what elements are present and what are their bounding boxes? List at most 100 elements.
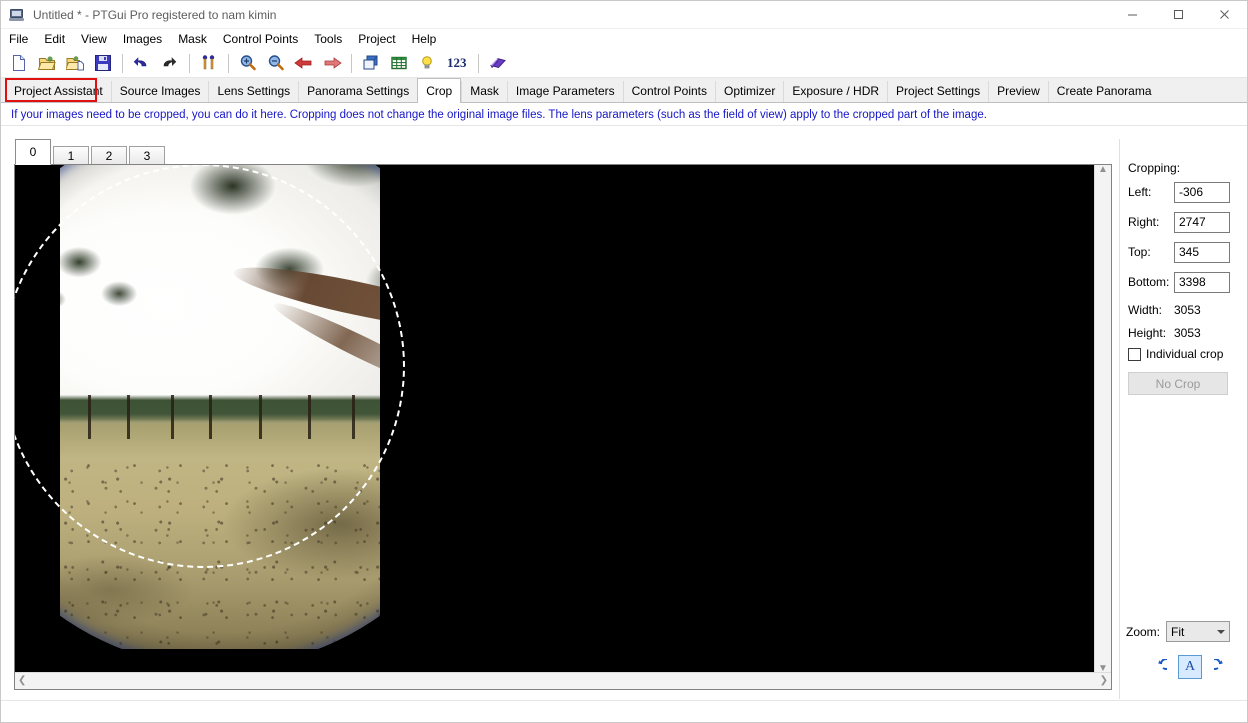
tab-preview[interactable]: Preview	[988, 81, 1048, 102]
tab-panorama-settings[interactable]: Panorama Settings	[298, 81, 418, 102]
tab-image-parameters[interactable]: Image Parameters	[506, 81, 623, 102]
zoom-label: Zoom:	[1126, 624, 1161, 639]
rotate-left-button[interactable]	[1146, 655, 1170, 679]
crop-top-row: Top:	[1128, 241, 1244, 263]
maximize-button[interactable]	[1155, 1, 1201, 29]
menu-view[interactable]: View	[73, 30, 115, 48]
lightbulb-button[interactable]	[413, 50, 441, 76]
chevron-up-icon[interactable]: ▲	[1098, 165, 1108, 175]
crop-left-row: Left:	[1128, 181, 1244, 203]
next-image-button[interactable]	[318, 50, 346, 76]
toolbar-separator	[189, 53, 190, 73]
menu-file[interactable]: File	[1, 30, 36, 48]
numbers-button[interactable]: 123	[441, 55, 473, 71]
image-tab-3[interactable]: 3	[129, 146, 165, 165]
individual-crop-label: Individual crop	[1146, 347, 1224, 361]
chevron-left-icon[interactable]: ❮	[18, 676, 26, 686]
toolbar-separator	[228, 53, 229, 73]
grid-button[interactable]	[385, 50, 413, 76]
image-tab-1[interactable]: 1	[53, 146, 89, 165]
vertical-scrollbar[interactable]: ▲ ▼	[1094, 165, 1111, 674]
save-project-button[interactable]	[89, 50, 117, 76]
image-canvas[interactable]: ▲ ▼ ❮ ❯	[14, 164, 1112, 690]
tab-control-points[interactable]: Control Points	[622, 81, 715, 102]
menu-edit[interactable]: Edit	[36, 30, 73, 48]
toolbar-separator	[477, 53, 479, 73]
zoom-in-button[interactable]	[234, 50, 262, 76]
close-button[interactable]	[1201, 1, 1247, 29]
toolbar-separator	[122, 53, 123, 73]
toolbar-separator	[351, 53, 352, 73]
undo-button[interactable]	[128, 50, 156, 76]
tab-crop[interactable]: Crop	[417, 78, 462, 103]
auto-rotate-button[interactable]: A	[1178, 655, 1202, 679]
tab-project-assistant[interactable]: Project Assistant	[5, 81, 111, 102]
fisheye-vignette	[60, 165, 380, 649]
source-photo	[60, 165, 380, 649]
main-tab-strip: Project Assistant Source Images Lens Set…	[1, 78, 1247, 103]
tab-exposure-hdr[interactable]: Exposure / HDR	[783, 81, 888, 102]
image-tab-0[interactable]: 0	[15, 139, 51, 165]
rotate-right-button[interactable]	[1210, 655, 1234, 679]
crop-bottom-row: Bottom:	[1128, 271, 1244, 293]
crop-bottom-input[interactable]	[1174, 271, 1230, 293]
chevron-down-icon	[1217, 629, 1226, 634]
menu-help[interactable]: Help	[404, 30, 445, 48]
crop-top-label: Top:	[1128, 245, 1151, 259]
zoom-value: Fit	[1171, 624, 1185, 639]
crop-height-value: 3053	[1174, 326, 1201, 340]
image-index-tabs: 0 1 2 3	[1, 139, 1111, 165]
crop-width-value: 3053	[1174, 303, 1201, 317]
layers-button[interactable]	[357, 50, 385, 76]
menu-project[interactable]: Project	[350, 30, 403, 48]
zoom-row: Zoom: Fit	[1126, 621, 1231, 642]
fisheye-photo-content	[60, 165, 380, 649]
new-project-button[interactable]	[5, 50, 33, 76]
redo-button[interactable]	[156, 50, 184, 76]
horizontal-scrollbar[interactable]: ❮ ❯	[15, 672, 1111, 689]
cropping-heading: Cropping:	[1128, 161, 1181, 175]
ptgui-window: Untitled * - PTGui Pro registered to nam…	[0, 0, 1248, 723]
menu-control-points[interactable]: Control Points	[215, 30, 306, 48]
crop-top-input[interactable]	[1174, 241, 1230, 263]
crop-height-row: Height: 3053	[1128, 322, 1244, 344]
cropping-panel: Cropping: Left: Right: Top: Bottom: Widt…	[1119, 139, 1247, 699]
toolbar: 123	[1, 49, 1247, 78]
open-template-button[interactable]	[61, 50, 89, 76]
crop-right-label: Right:	[1128, 215, 1160, 229]
previous-image-button[interactable]	[290, 50, 318, 76]
crop-instructions: If your images need to be cropped, you c…	[1, 104, 1247, 126]
status-bar	[1, 700, 1247, 722]
minimize-button[interactable]	[1109, 1, 1155, 29]
individual-crop-row[interactable]: Individual crop	[1128, 347, 1223, 361]
auto-rotate-label: A	[1184, 659, 1196, 674]
crop-width-row: Width: 3053	[1128, 299, 1244, 321]
menu-tools[interactable]: Tools	[306, 30, 350, 48]
canvas-viewport[interactable]	[15, 165, 1093, 670]
chevron-right-icon[interactable]: ❯	[1100, 676, 1108, 686]
crop-right-row: Right:	[1128, 211, 1244, 233]
crop-right-input[interactable]	[1174, 211, 1230, 233]
window-controls	[1109, 1, 1247, 29]
tab-project-settings[interactable]: Project Settings	[887, 81, 989, 102]
open-project-button[interactable]	[33, 50, 61, 76]
crop-left-label: Left:	[1128, 185, 1152, 199]
rotation-controls: A	[1146, 655, 1234, 679]
tab-lens-settings[interactable]: Lens Settings	[208, 81, 299, 102]
book-button[interactable]	[484, 50, 512, 76]
tab-mask[interactable]: Mask	[461, 81, 507, 102]
image-tab-2[interactable]: 2	[91, 146, 127, 165]
individual-crop-checkbox[interactable]	[1128, 347, 1141, 361]
tab-optimizer[interactable]: Optimizer	[715, 81, 784, 102]
title-bar: Untitled * - PTGui Pro registered to nam…	[1, 1, 1247, 29]
crop-left-input[interactable]	[1174, 181, 1230, 203]
zoom-select[interactable]: Fit	[1166, 621, 1231, 642]
app-icon	[9, 7, 25, 23]
menu-images[interactable]: Images	[115, 30, 170, 48]
menu-mask[interactable]: Mask	[170, 30, 215, 48]
no-crop-button[interactable]: No Crop	[1128, 372, 1228, 395]
tools-button[interactable]	[195, 50, 223, 76]
tab-create-panorama[interactable]: Create Panorama	[1047, 81, 1160, 102]
zoom-out-button[interactable]	[262, 50, 290, 76]
tab-source-images[interactable]: Source Images	[110, 81, 209, 102]
